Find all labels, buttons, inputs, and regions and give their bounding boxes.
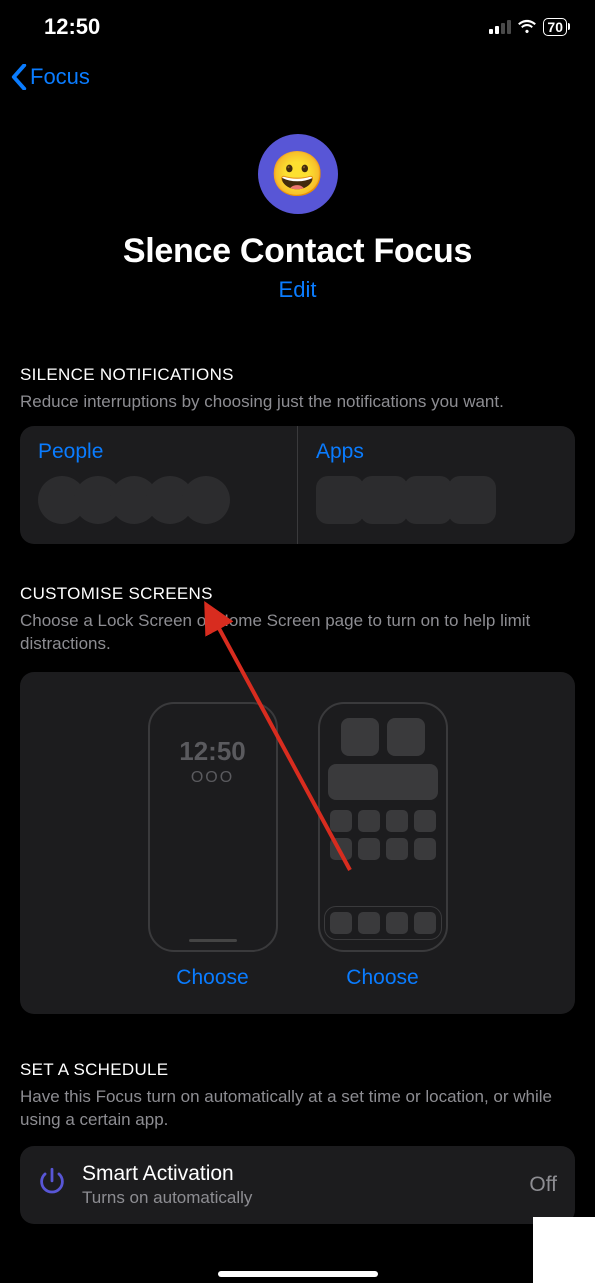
status-time: 12:50 bbox=[44, 14, 100, 40]
screens-card: 12:50 OOO Choose bbox=[20, 672, 575, 1014]
lock-time: 12:50 bbox=[179, 736, 246, 767]
choose-lock-button[interactable]: Choose bbox=[176, 966, 248, 990]
focus-header: 😀 Slence Contact Focus Edit bbox=[0, 104, 595, 303]
widget-placeholder bbox=[387, 718, 425, 756]
home-indicator-icon bbox=[189, 939, 237, 942]
smart-activation-title: Smart Activation bbox=[82, 1162, 513, 1186]
back-label: Focus bbox=[30, 64, 90, 90]
home-indicator-bar[interactable] bbox=[218, 1271, 378, 1277]
app-icon-placeholder bbox=[358, 810, 380, 832]
choose-home-button[interactable]: Choose bbox=[346, 966, 418, 990]
customise-heading: CUSTOMISE SCREENS bbox=[20, 584, 575, 604]
status-bar: 12:50 70 bbox=[0, 0, 595, 50]
power-icon bbox=[38, 1167, 66, 1202]
widget-placeholder bbox=[328, 764, 438, 800]
smart-activation-state: Off bbox=[529, 1173, 557, 1197]
smart-activation-row[interactable]: Smart Activation Turns on automatically … bbox=[20, 1146, 575, 1224]
widget-placeholder bbox=[341, 718, 379, 756]
battery-indicator: 70 bbox=[543, 18, 567, 36]
app-icon-placeholder bbox=[386, 838, 408, 860]
app-placeholder bbox=[316, 476, 364, 524]
overlay-patch bbox=[533, 1217, 595, 1283]
schedule-sub: Have this Focus turn on automatically at… bbox=[20, 1086, 575, 1132]
lock-screen-option[interactable]: 12:50 OOO Choose bbox=[148, 702, 278, 990]
app-placeholder bbox=[404, 476, 452, 524]
silence-heading: SILENCE NOTIFICATIONS bbox=[20, 365, 575, 385]
smart-activation-sub: Turns on automatically bbox=[82, 1188, 513, 1208]
app-placeholder bbox=[360, 476, 408, 524]
back-button[interactable]: Focus bbox=[10, 64, 90, 90]
silence-sub: Reduce interruptions by choosing just th… bbox=[20, 391, 575, 414]
customise-sub: Choose a Lock Screen or Home Screen page… bbox=[20, 610, 575, 656]
app-icon-placeholder bbox=[330, 838, 352, 860]
customise-section: CUSTOMISE SCREENS Choose a Lock Screen o… bbox=[0, 584, 595, 1014]
lock-dots: OOO bbox=[191, 769, 234, 787]
people-label: People bbox=[38, 440, 279, 464]
dock-placeholder bbox=[324, 906, 442, 940]
wifi-icon bbox=[517, 14, 537, 40]
app-placeholder bbox=[448, 476, 496, 524]
silence-card: People Apps bbox=[20, 426, 575, 544]
app-slots bbox=[316, 476, 557, 524]
cellular-icon bbox=[489, 20, 511, 34]
avatar-placeholder bbox=[182, 476, 230, 524]
people-avatars bbox=[38, 476, 279, 524]
lock-screen-preview: 12:50 OOO bbox=[148, 702, 278, 952]
focus-emoji-icon: 😀 bbox=[258, 134, 338, 214]
app-icon-placeholder bbox=[330, 810, 352, 832]
app-icon-placeholder bbox=[386, 810, 408, 832]
home-screen-preview bbox=[318, 702, 448, 952]
focus-title: Slence Contact Focus bbox=[0, 232, 595, 271]
apps-button[interactable]: Apps bbox=[298, 426, 575, 544]
app-icon-placeholder bbox=[414, 810, 436, 832]
app-icon-placeholder bbox=[414, 838, 436, 860]
edit-button[interactable]: Edit bbox=[279, 277, 317, 303]
nav-bar: Focus bbox=[0, 50, 595, 104]
chevron-left-icon bbox=[10, 64, 28, 90]
schedule-heading: SET A SCHEDULE bbox=[20, 1060, 575, 1080]
status-indicators: 70 bbox=[489, 14, 567, 40]
silence-section: SILENCE NOTIFICATIONS Reduce interruptio… bbox=[0, 365, 595, 544]
apps-label: Apps bbox=[316, 440, 557, 464]
schedule-section: SET A SCHEDULE Have this Focus turn on a… bbox=[0, 1060, 595, 1224]
people-button[interactable]: People bbox=[20, 426, 298, 544]
home-screen-option[interactable]: Choose bbox=[318, 702, 448, 990]
app-icon-placeholder bbox=[358, 838, 380, 860]
